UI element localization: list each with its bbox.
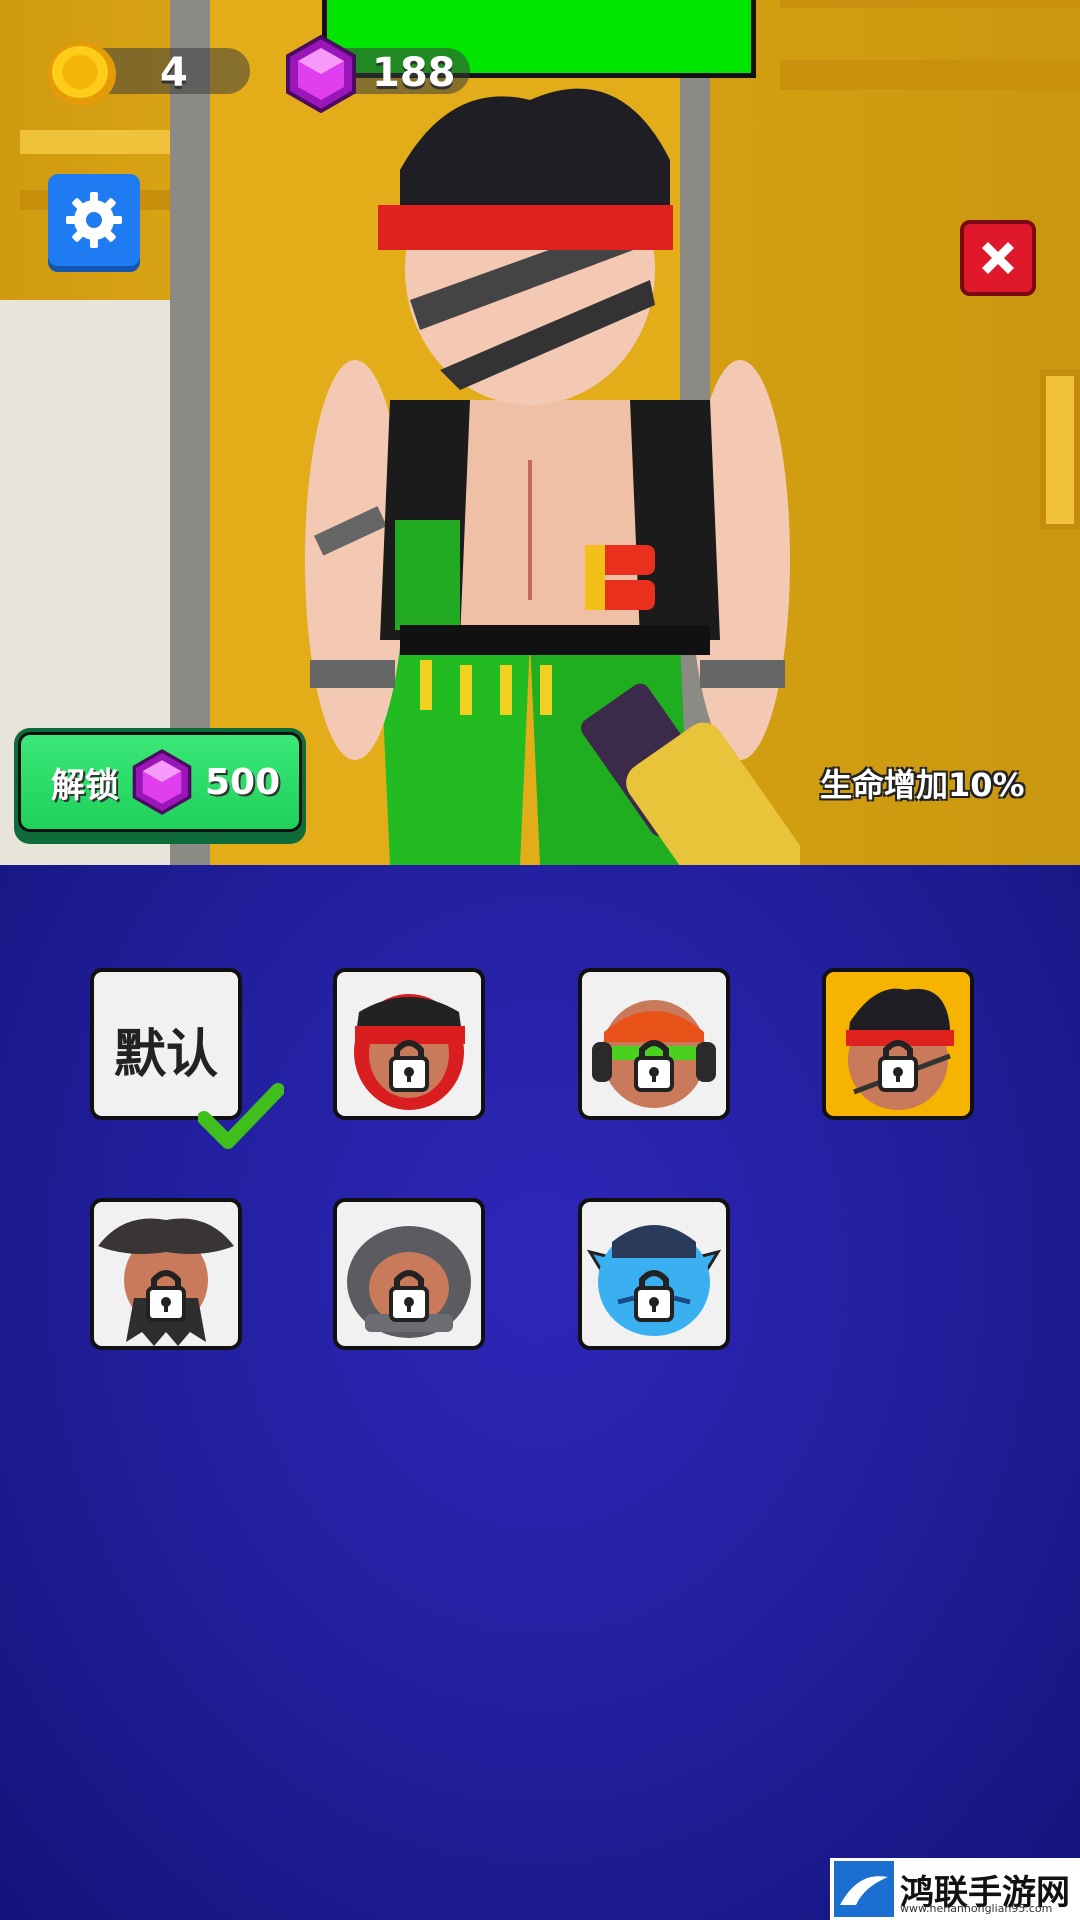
gem-icon xyxy=(286,34,356,114)
unlock-price: 500 xyxy=(205,761,281,803)
skin-tile-pirate[interactable] xyxy=(90,1198,242,1350)
unlock-label: 解锁 xyxy=(51,765,119,806)
wall-stripe xyxy=(780,60,1080,90)
shelf xyxy=(20,130,180,154)
coin-count: 4 xyxy=(160,50,188,96)
pirate-head-icon xyxy=(98,1218,234,1346)
watermark-url: www.henanhonglian95.com xyxy=(900,1902,1053,1915)
blue-cat-head-icon xyxy=(586,1225,722,1336)
red-ninja-head-icon xyxy=(354,994,465,1110)
wall-stripe xyxy=(780,0,1080,8)
character-preview xyxy=(305,88,800,865)
close-icon xyxy=(982,242,1014,274)
skin-tile-helmet[interactable] xyxy=(333,1198,485,1350)
gem-icon xyxy=(132,749,192,815)
coin-icon xyxy=(48,42,116,106)
close-button[interactable] xyxy=(960,220,1036,296)
gem-count: 188 xyxy=(372,50,456,96)
commando-head-icon xyxy=(846,988,954,1110)
unlock-button-face: 解锁 500 xyxy=(18,732,302,832)
skin-default-label: 默认 xyxy=(113,1025,218,1085)
headphones-head-icon xyxy=(592,1000,716,1108)
watermark-logo xyxy=(834,1861,894,1917)
checkmark-icon xyxy=(198,1083,284,1149)
gear-icon xyxy=(66,192,122,248)
skin-tile-commando[interactable] xyxy=(822,968,974,1120)
unlock-button[interactable]: 解锁 500 xyxy=(14,728,306,844)
settings-button[interactable] xyxy=(48,174,140,266)
helmet-head-icon xyxy=(347,1226,471,1338)
watermark: 鸿联手游网 www.henanhonglian95.com xyxy=(830,1858,1080,1920)
skin-tile-blue-cat[interactable] xyxy=(578,1198,730,1350)
bonus-text: 生命增加10% xyxy=(820,766,1025,804)
wall-bracket xyxy=(1040,370,1080,530)
skin-tile-red-ninja[interactable] xyxy=(333,968,485,1120)
skin-tile-headphones[interactable] xyxy=(578,968,730,1120)
